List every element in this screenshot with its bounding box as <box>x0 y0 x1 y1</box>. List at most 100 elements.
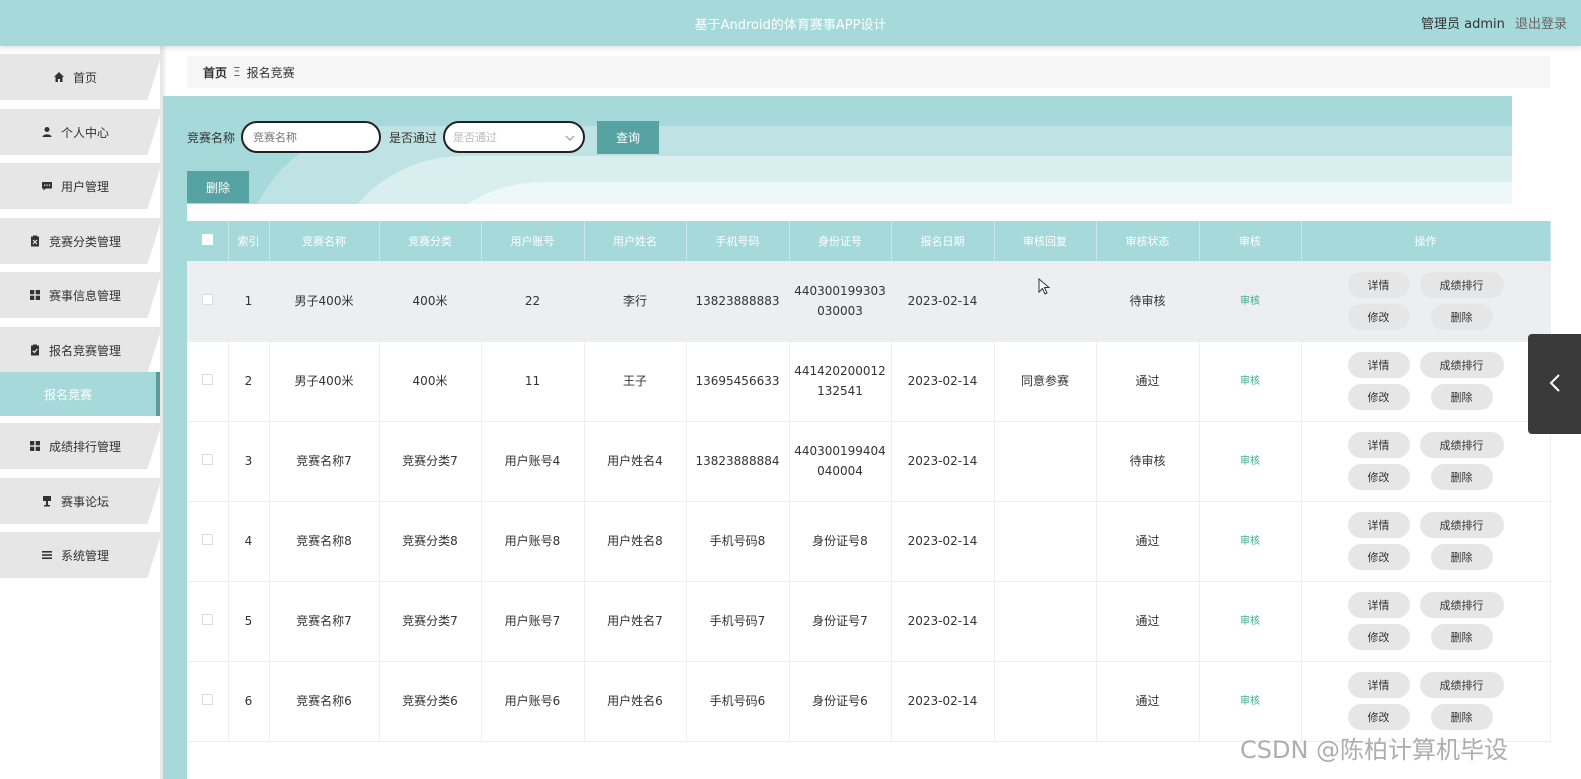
table-row[interactable]: 2 男子400米 400米 11 王子 13695456633 441420200012 1… <box>187 341 1551 422</box>
side-drawer-toggle[interactable] <box>1528 334 1581 434</box>
delete-button[interactable]: 删除 <box>1430 624 1493 650</box>
id-card-number: 身份证号7 <box>789 581 892 662</box>
table-row[interactable]: 1 男子400米 400米 22 李行 13823888883 440300199303 0… <box>187 261 1551 342</box>
delete-button[interactable]: 删除 <box>1430 464 1493 490</box>
query-button[interactable]: 查询 <box>597 120 660 154</box>
ranking-button[interactable]: 成绩排行 <box>1419 271 1504 298</box>
audit-reply <box>994 261 1097 342</box>
ranking-button[interactable]: 成绩排行 <box>1419 352 1504 378</box>
audit-link[interactable]: 审核 <box>1240 456 1260 467</box>
breadcrumb: 首页 Ξ 报名竞赛 <box>187 56 1550 88</box>
row-checkbox[interactable] <box>201 694 213 705</box>
edit-button[interactable]: 修改 <box>1347 464 1410 490</box>
column-header: 手机号码 <box>686 221 790 261</box>
delete-button[interactable]: 删除 <box>1430 303 1493 330</box>
table-row[interactable]: 6 竞赛名称6 竞赛分类6 用户账号6 用户姓名6 手机号码6 身份证号6 2023-02-1… <box>187 661 1551 742</box>
operations-cell: 详情 成绩排行 修改 删除 <box>1301 261 1551 342</box>
registration-date: 2023-02-14 <box>891 261 995 342</box>
edit-button[interactable]: 修改 <box>1347 624 1410 650</box>
sidebar-item-users[interactable]: 用户管理 <box>0 163 162 209</box>
row-checkbox[interactable] <box>201 293 213 305</box>
user-area: 管理员 admin 退出登录 <box>1421 13 1567 32</box>
registration-date: 2023-02-14 <box>891 501 995 582</box>
phone-number: 手机号码7 <box>686 581 790 662</box>
audit-link[interactable]: 审核 <box>1240 376 1260 387</box>
row-checkbox[interactable] <box>201 374 213 385</box>
bulk-delete-button[interactable]: 删除 <box>187 171 249 203</box>
sidebar-item-registration[interactable]: 报名竞赛管理 <box>0 327 162 373</box>
audit-status: 待审核 <box>1096 421 1200 502</box>
audit-reply <box>994 421 1097 502</box>
audit-link[interactable]: 审核 <box>1240 696 1260 707</box>
row-checkbox[interactable] <box>201 534 213 545</box>
sidebar-item-ranking[interactable]: 成绩排行管理 <box>0 423 162 469</box>
delete-button[interactable]: 删除 <box>1430 544 1493 570</box>
audit-link[interactable]: 审核 <box>1240 536 1260 547</box>
sidebar-item-forum[interactable]: 赛事论坛 <box>0 478 162 524</box>
column-header: 身份证号 <box>789 221 892 261</box>
sidebar-item-label: 用户管理 <box>60 179 109 194</box>
sidebar-item-label: 成绩排行管理 <box>48 439 121 454</box>
sidebar-item-profile[interactable]: 个人中心 <box>0 109 162 155</box>
sidebar-item-label: 首页 <box>72 70 97 85</box>
user-account: 用户账号6 <box>481 661 585 742</box>
ranking-button[interactable]: 成绩排行 <box>1419 512 1504 538</box>
event-name: 男子400米 <box>269 341 380 422</box>
event-name: 竞赛名称6 <box>269 661 380 742</box>
chevron-left-icon <box>1549 373 1561 396</box>
edit-button[interactable]: 修改 <box>1347 384 1410 410</box>
ranking-button[interactable]: 成绩排行 <box>1419 432 1504 458</box>
audit-link[interactable]: 审核 <box>1240 616 1260 627</box>
ranking-button[interactable]: 成绩排行 <box>1419 672 1504 698</box>
ranking-button[interactable]: 成绩排行 <box>1419 592 1504 618</box>
event-category: 竞赛分类6 <box>379 661 482 742</box>
operations-cell: 详情 成绩排行 修改 删除 <box>1301 421 1551 502</box>
sidebar-item-label: 竞赛分类管理 <box>48 234 121 249</box>
select-all-checkbox[interactable] <box>201 234 213 245</box>
table-row[interactable]: 3 竞赛名称7 竞赛分类7 用户账号4 用户姓名4 13823888884 44030019… <box>187 421 1551 502</box>
sidebar-item-event-info[interactable]: 赛事信息管理 <box>0 272 162 318</box>
audit-link[interactable]: 审核 <box>1240 296 1260 307</box>
edit-button[interactable]: 修改 <box>1347 704 1410 730</box>
table-row[interactable]: 4 竞赛名称8 竞赛分类8 用户账号8 用户姓名8 手机号码8 身份证号8 2023-02-1… <box>187 501 1551 582</box>
registration-table: 索引 竞赛名称 竞赛分类 用户账号 用户姓名 手机号码 身份证号 报名日期 审核… <box>187 221 1551 742</box>
sidebar-subitem-registration-active[interactable]: 报名竞赛 <box>0 372 160 416</box>
name-search-input[interactable] <box>241 121 382 153</box>
table-row[interactable]: 5 竞赛名称7 竞赛分类7 用户账号7 用户姓名7 手机号码7 身份证号7 2023-02-1… <box>187 581 1551 662</box>
column-header: 报名日期 <box>891 221 995 261</box>
detail-button[interactable]: 详情 <box>1347 432 1410 458</box>
row-checkbox[interactable] <box>201 454 213 465</box>
detail-button[interactable]: 详情 <box>1347 352 1410 378</box>
row-index: 2 <box>228 341 270 422</box>
event-category: 竞赛分类7 <box>379 581 482 662</box>
breadcrumb-current: 报名竞赛 <box>246 65 295 80</box>
row-checkbox[interactable] <box>201 614 213 625</box>
select-all-header[interactable] <box>187 221 229 261</box>
detail-button[interactable]: 详情 <box>1347 512 1410 538</box>
edit-button[interactable]: 修改 <box>1347 303 1410 330</box>
detail-button[interactable]: 详情 <box>1347 672 1410 698</box>
column-header: 审核 <box>1199 221 1302 261</box>
event-category: 竞赛分类7 <box>379 421 482 502</box>
logout-link[interactable]: 退出登录 <box>1515 17 1567 32</box>
pass-filter-select[interactable]: 是否通过 <box>443 121 586 153</box>
user-name: 王子 <box>584 341 687 422</box>
edit-button[interactable]: 修改 <box>1347 544 1410 570</box>
delete-button[interactable]: 删除 <box>1430 704 1493 730</box>
delete-button[interactable]: 删除 <box>1430 384 1493 410</box>
sidebar-item-label: 赛事论坛 <box>60 494 109 509</box>
audit-status: 通过 <box>1096 501 1200 582</box>
detail-button[interactable]: 详情 <box>1347 592 1410 618</box>
breadcrumb-home[interactable]: 首页 <box>203 64 227 81</box>
audit-reply <box>994 581 1097 662</box>
detail-button[interactable]: 详情 <box>1347 271 1410 298</box>
phone-number: 手机号码8 <box>686 501 790 582</box>
audit-cell: 审核 <box>1199 341 1302 422</box>
sidebar-item-category[interactable]: 竞赛分类管理 <box>0 218 162 264</box>
event-name: 竞赛名称8 <box>269 501 380 582</box>
sidebar-item-system[interactable]: 系统管理 <box>0 532 162 578</box>
sidebar: 首页 个人中心 用户管理 竞赛分类管理 赛事信息管理 报名竞赛管理 报名竞赛 成… <box>0 46 163 779</box>
operations-cell: 详情 成绩排行 修改 删除 <box>1301 501 1551 582</box>
sidebar-item-home[interactable]: 首页 <box>0 54 162 100</box>
clipboard-check-icon <box>29 344 41 356</box>
